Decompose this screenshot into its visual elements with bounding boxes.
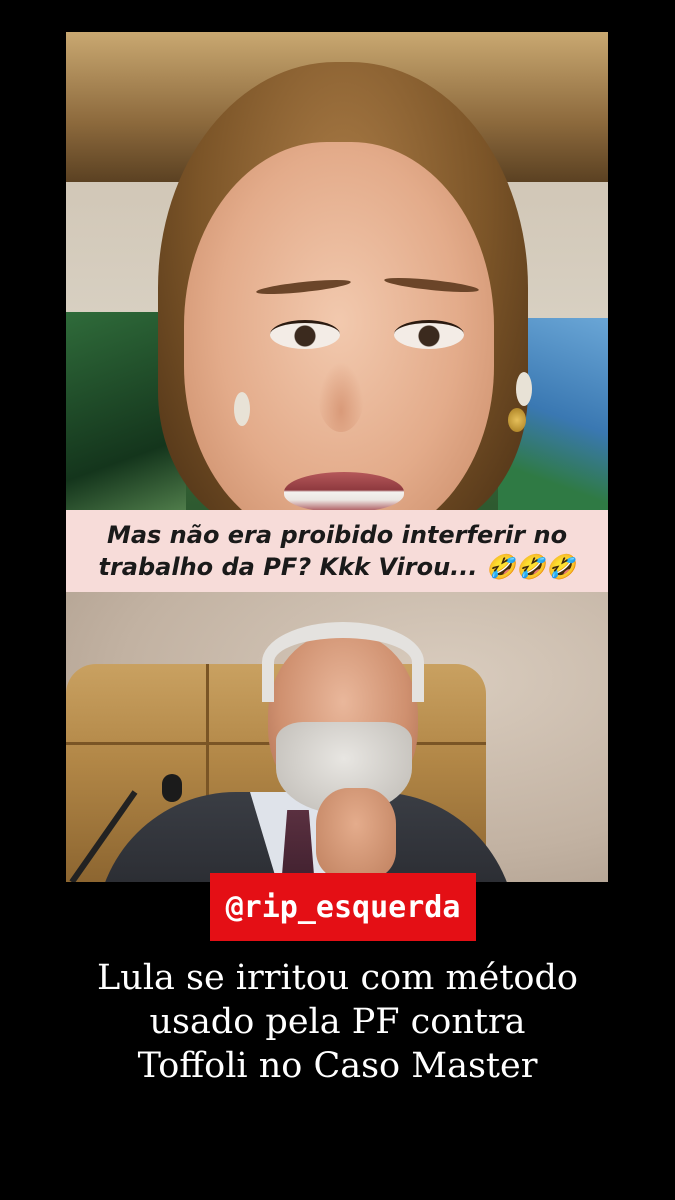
caption-line-2: trabalho da PF? Kkk Virou... 🤣🤣🤣 xyxy=(98,553,576,581)
caption-banner: Mas não era proibido interferir no traba… xyxy=(66,510,608,592)
post-image: Mas não era proibido interferir no traba… xyxy=(66,32,608,882)
headline-line-2: usado pela PF contra xyxy=(149,1002,526,1042)
caption-line-1: Mas não era proibido interferir no xyxy=(106,521,568,549)
gold-earring xyxy=(508,408,526,432)
hand-on-chin xyxy=(316,788,396,878)
microphone-icon xyxy=(162,774,182,802)
woman-photo xyxy=(66,32,608,510)
headline-line-3: Toffoli no Caso Master xyxy=(137,1046,538,1086)
nose xyxy=(318,362,364,432)
mouth xyxy=(284,472,404,510)
earbud-left xyxy=(234,392,250,426)
earbud-right xyxy=(516,372,532,406)
left-eye xyxy=(270,320,340,349)
headline-line-1: Lula se irritou com método xyxy=(97,958,578,998)
headline: Lula se irritou com método usado pela PF… xyxy=(40,956,635,1088)
account-handle-badge: @rip_esquerda xyxy=(210,873,476,941)
man-photo xyxy=(66,592,608,882)
right-eye xyxy=(394,320,464,349)
white-hair xyxy=(262,622,424,702)
